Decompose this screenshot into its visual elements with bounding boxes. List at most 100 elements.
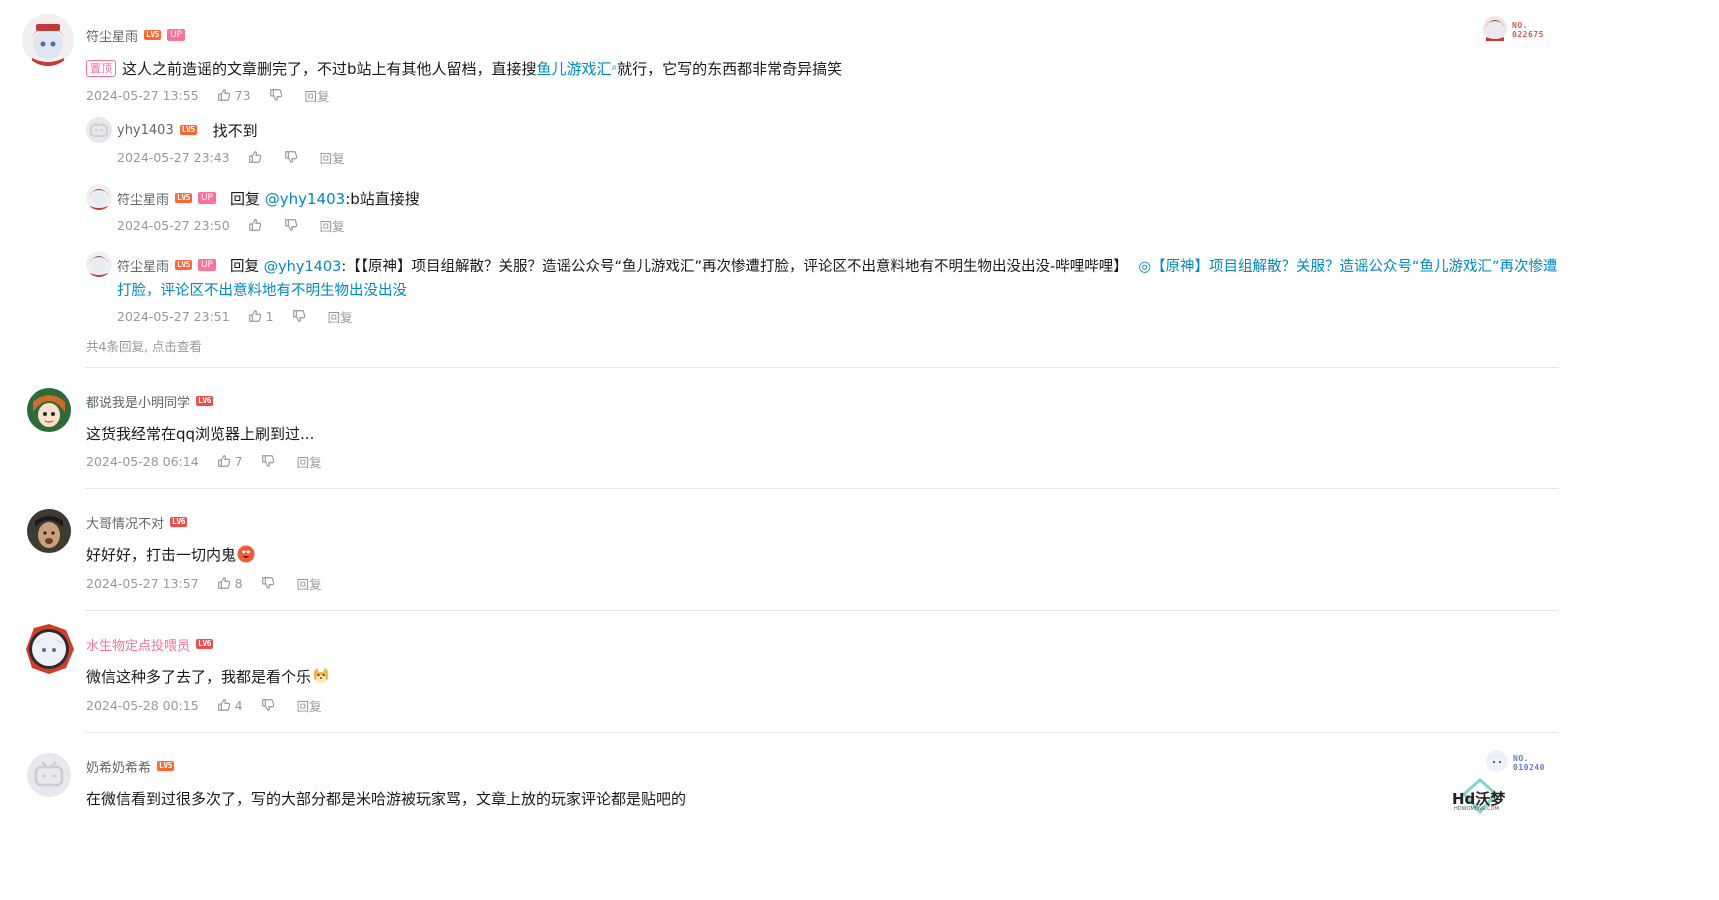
- username[interactable]: 符尘星雨: [117, 189, 169, 208]
- like-count: 73: [234, 87, 251, 103]
- username[interactable]: 符尘星雨: [117, 256, 169, 275]
- view-more-replies[interactable]: 共4条回复, 点击查看: [86, 336, 202, 355]
- reply-button[interactable]: 回复: [297, 696, 322, 715]
- fan-badge-avatar-icon: [1482, 15, 1508, 45]
- divider: [85, 367, 1558, 368]
- reply-button[interactable]: 回复: [320, 216, 345, 235]
- username-row: 大哥情况不对 LV6: [86, 513, 187, 532]
- comment-meta: 2024-05-27 13:55 73 回复: [86, 86, 330, 104]
- comment-text: 好好好，打击一切内鬼: [86, 542, 255, 571]
- avatar[interactable]: [22, 622, 76, 676]
- username-row: 符尘星雨 LV5 UP: [86, 26, 185, 45]
- avatar[interactable]: [27, 753, 71, 797]
- like-button[interactable]: 8: [217, 576, 243, 591]
- dislike-button[interactable]: [261, 698, 275, 712]
- fan-badge-avatar-icon: [1485, 749, 1509, 777]
- fan-badge: NO. 010240: [1485, 749, 1545, 777]
- comment-time: 2024-05-28 06:14: [86, 453, 199, 469]
- username-row: 都说我是小明同学 LV6: [86, 392, 213, 411]
- reply-button[interactable]: 回复: [320, 148, 345, 167]
- thumbs-down-icon: [269, 88, 283, 102]
- up-badge: UP: [197, 259, 216, 271]
- username-row: 符尘星雨 LV5 UP 回复 @yhy1403:【【原神】项目组解散？关服？造谣…: [117, 256, 1558, 275]
- up-badge: UP: [197, 192, 216, 204]
- like-button[interactable]: 1: [248, 309, 274, 324]
- avatar[interactable]: [86, 184, 112, 210]
- divider: [85, 732, 1558, 733]
- like-button[interactable]: 7: [217, 454, 243, 469]
- username-row: yhy1403 LV5 找不到: [117, 121, 258, 140]
- comment-text: 在微信看到过很多次了，写的大部分都是米哈游被玩家骂，文章上放的玩家评论都是贴吧的: [86, 790, 687, 808]
- mention-link[interactable]: @yhy1403: [264, 259, 342, 275]
- like-count: 8: [234, 575, 243, 591]
- divider: [85, 610, 1558, 611]
- username-row: 奶希奶希希 LV5: [86, 757, 174, 776]
- username-row: 水生物定点投喂员 LV6: [86, 635, 213, 654]
- doge-emoji-icon: [312, 667, 330, 693]
- thumbs-up-icon: [217, 698, 231, 712]
- thumbs-up-icon: [217, 88, 231, 102]
- comment-time: 2024-05-28 00:15: [86, 697, 199, 713]
- fan-badge-number: 010240: [1513, 763, 1545, 772]
- username[interactable]: yhy1403: [117, 123, 174, 138]
- comment-meta: 2024-05-27 13:57 8 回复: [86, 574, 322, 592]
- level-badge: LV5: [144, 30, 161, 40]
- level-badge: LV5: [179, 125, 197, 135]
- level-badge: LV6: [170, 517, 187, 527]
- comment-meta: 2024-05-28 00:15 4 回复: [86, 696, 322, 714]
- like-button[interactable]: 4: [217, 698, 243, 713]
- thumbs-down-icon: [261, 698, 275, 712]
- dislike-button[interactable]: [261, 454, 275, 468]
- like-button[interactable]: [248, 218, 266, 232]
- dislike-button[interactable]: [284, 150, 298, 164]
- like-button[interactable]: 73: [217, 88, 251, 103]
- username[interactable]: 奶希奶希希: [86, 757, 151, 776]
- username[interactable]: 都说我是小明同学: [86, 392, 190, 411]
- username[interactable]: 大哥情况不对: [86, 513, 164, 532]
- fan-badge-number: 022675: [1512, 30, 1544, 39]
- level-badge: LV5: [175, 260, 192, 270]
- thumbs-down-icon: [284, 150, 298, 164]
- comment-time: 2024-05-27 13:57: [86, 575, 199, 591]
- username[interactable]: 符尘星雨: [86, 26, 138, 45]
- comment-meta: 2024-05-28 06:14 7 回复: [86, 452, 322, 470]
- avatar[interactable]: [86, 251, 112, 277]
- avatar[interactable]: [27, 388, 71, 432]
- reply-time: 2024-05-27 23:50: [117, 217, 230, 233]
- divider: [85, 488, 1558, 489]
- video-link[interactable]: ◎【原神】项目组解散？关服？造谣公众号“鱼儿游戏汇”再次惨遭: [1138, 259, 1557, 275]
- thumbs-up-icon: [248, 218, 262, 232]
- dislike-button[interactable]: [261, 576, 275, 590]
- avatar[interactable]: [86, 117, 112, 143]
- mention-link[interactable]: @yhy1403: [265, 190, 345, 208]
- video-link-continued[interactable]: 打脸，评论区不出意料地有不明生物出没出没: [117, 278, 407, 304]
- search-link[interactable]: 鱼儿游戏汇⌕: [537, 60, 618, 78]
- reply-text: 找不到: [212, 121, 258, 140]
- reply-button[interactable]: 回复: [297, 574, 322, 593]
- reply-button[interactable]: 回复: [328, 307, 353, 326]
- thumbs-down-icon: [292, 309, 306, 323]
- up-badge: UP: [166, 29, 185, 41]
- like-count: 1: [265, 308, 274, 324]
- avatar[interactable]: [22, 14, 74, 66]
- reply-button[interactable]: 回复: [305, 86, 330, 105]
- like-button[interactable]: [248, 150, 266, 164]
- thumbs-down-icon: [284, 218, 298, 232]
- reply-time: 2024-05-27 23:51: [117, 308, 230, 324]
- avatar[interactable]: [27, 509, 71, 553]
- reply-meta: 2024-05-27 23:51 1 回复: [117, 307, 353, 325]
- level-badge: LV5: [175, 193, 192, 203]
- username[interactable]: 水生物定点投喂员: [86, 635, 190, 654]
- like-count: 4: [234, 697, 243, 713]
- reply-meta: 2024-05-27 23:43 回复: [117, 148, 345, 166]
- level-badge: LV5: [157, 761, 174, 771]
- comment-text: 置顶 这人之前造谣的文章删完了，不过b站上有其他人留档，直接搜鱼儿游戏汇⌕就行，它…: [86, 55, 842, 82]
- thumbs-up-icon: [217, 454, 231, 468]
- dislike-button[interactable]: [284, 218, 298, 232]
- reply-meta: 2024-05-27 23:50 回复: [117, 216, 345, 234]
- play-circle-icon: ◎: [1138, 258, 1152, 275]
- dislike-button[interactable]: [292, 309, 306, 323]
- dislike-button[interactable]: [269, 88, 283, 102]
- thumbs-up-icon: [217, 576, 231, 590]
- reply-button[interactable]: 回复: [297, 452, 322, 471]
